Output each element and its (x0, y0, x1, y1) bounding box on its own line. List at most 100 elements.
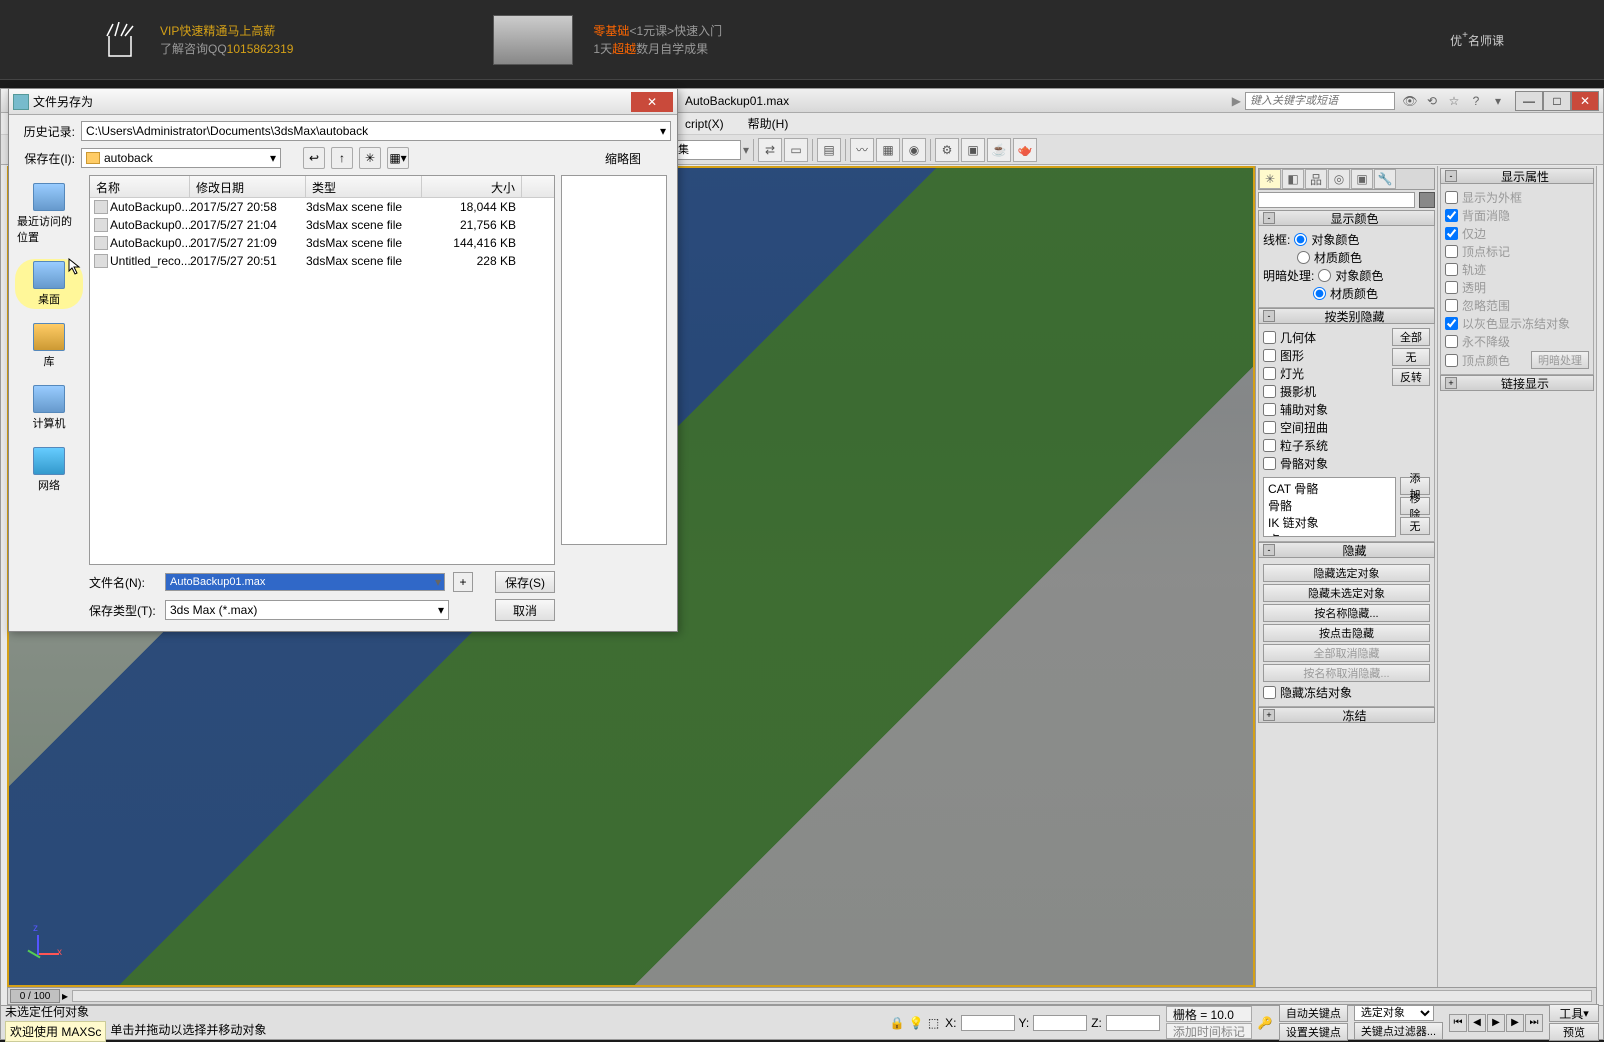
mirror-icon[interactable]: ⇄ (758, 138, 782, 162)
display-tab-icon[interactable]: ▣ (1351, 169, 1373, 189)
cancel-button[interactable]: 取消 (495, 599, 555, 621)
hide-frozen-check[interactable] (1263, 686, 1276, 699)
unhide-name-button[interactable]: 按名称取消隐藏... (1263, 664, 1430, 682)
file-row[interactable]: AutoBackup0...2017/5/27 21:093dsMax scen… (90, 234, 554, 252)
lock-icon[interactable]: 🔒 (890, 1016, 905, 1030)
vtick-check[interactable] (1445, 245, 1458, 258)
time-slider[interactable]: 0 / 100 (10, 989, 60, 1003)
shade-button[interactable]: 明暗处理 (1531, 351, 1589, 369)
file-row[interactable]: AutoBackup0...2017/5/27 21:043dsMax scen… (90, 216, 554, 234)
prev-frame-icon[interactable]: ◀ (1468, 1014, 1486, 1032)
savein-combo[interactable]: autoback▾ (81, 148, 281, 168)
time-expand-icon[interactable]: ▸ (62, 989, 68, 1003)
place-network[interactable]: 网络 (15, 445, 83, 495)
link-icon[interactable]: ⟲ (1423, 92, 1441, 110)
unhide-all-button[interactable]: 全部取消隐藏 (1263, 644, 1430, 662)
place-library[interactable]: 库 (15, 321, 83, 371)
vcolor-check[interactable] (1445, 354, 1458, 367)
object-color-swatch[interactable] (1419, 192, 1435, 208)
dialog-titlebar[interactable]: 文件另存为 ✕ (9, 89, 677, 115)
hide-sel-button[interactable]: 隐藏选定对象 (1263, 564, 1430, 582)
goto-start-icon[interactable]: ⏮ (1449, 1014, 1467, 1032)
freeze-rollout[interactable]: +冻结 (1258, 707, 1435, 723)
create-tab-icon[interactable]: ✳ (1259, 169, 1281, 189)
grayfrz-check[interactable] (1445, 317, 1458, 330)
utilities-tab-icon[interactable]: 🔧 (1374, 169, 1396, 189)
render-icon[interactable]: ☕ (987, 138, 1011, 162)
star-icon[interactable]: ☆ (1445, 92, 1463, 110)
disp-props-rollout[interactable]: -显示属性 (1440, 168, 1594, 184)
display-color-rollout[interactable]: -显示颜色 (1258, 210, 1435, 226)
file-list-header[interactable]: 名称 修改日期 类型 大小 (90, 176, 554, 198)
helper-check[interactable] (1263, 403, 1276, 416)
minimize-button[interactable]: — (1515, 91, 1543, 111)
layer-icon[interactable]: ▤ (817, 138, 841, 162)
keymode-combo[interactable]: 选定对象 (1354, 1005, 1434, 1021)
search-input[interactable] (1245, 92, 1395, 110)
remove-button[interactable]: 移除 (1400, 497, 1430, 515)
hide-byname-button[interactable]: 按名称隐藏... (1263, 604, 1430, 622)
key-icon[interactable]: 🔑 (1258, 1016, 1273, 1030)
newfolder-icon[interactable]: ✳ (359, 147, 381, 169)
teapot-icon[interactable]: 🫖 (1013, 138, 1037, 162)
file-list[interactable]: 名称 修改日期 类型 大小 AutoBackup0...2017/5/27 20… (89, 175, 555, 565)
geom-check[interactable] (1263, 331, 1276, 344)
file-row[interactable]: AutoBackup0...2017/5/27 20:583dsMax scen… (90, 198, 554, 216)
backface-check[interactable] (1445, 209, 1458, 222)
dialog-close-button[interactable]: ✕ (631, 92, 673, 112)
menu-help[interactable]: 帮助(H) (744, 113, 793, 134)
link-disp-rollout[interactable]: +链接显示 (1440, 375, 1594, 391)
increment-button[interactable]: + (453, 572, 473, 592)
invert-button[interactable]: 反转 (1392, 368, 1430, 386)
place-computer[interactable]: 计算机 (15, 383, 83, 433)
maximize-button[interactable]: □ (1543, 91, 1571, 111)
file-row[interactable]: Untitled_reco...2017/5/27 20:513dsMax sc… (90, 252, 554, 270)
hide-category-rollout[interactable]: -按类别隐藏 (1258, 308, 1435, 324)
next-frame-icon[interactable]: ▶ (1506, 1014, 1524, 1032)
nodegrade-check[interactable] (1445, 335, 1458, 348)
place-recent[interactable]: 最近访问的位置 (15, 181, 83, 247)
align-icon[interactable]: ▭ (784, 138, 808, 162)
wireframe-obj-radio[interactable] (1294, 233, 1307, 246)
bone-listbox[interactable]: CAT 骨骼 骨骼 IK 链对象 点 (1263, 477, 1396, 537)
edges-check[interactable] (1445, 227, 1458, 240)
camera-check[interactable] (1263, 385, 1276, 398)
preview-button[interactable]: 预览 (1549, 1023, 1599, 1041)
bone-check[interactable] (1263, 457, 1276, 470)
shade-mat-radio[interactable] (1313, 287, 1326, 300)
hide-unsel-button[interactable]: 隐藏未选定对象 (1263, 584, 1430, 602)
curve-editor-icon[interactable]: 〰 (850, 138, 874, 162)
selection-lock-icon[interactable]: ⬚ (928, 1016, 939, 1030)
binoculars-icon[interactable]: 👁 (1401, 92, 1419, 110)
wireframe-mat-radio[interactable] (1297, 251, 1310, 264)
tools-button[interactable]: 工具 ▾ (1549, 1004, 1599, 1022)
play-icon[interactable]: ▶ (1487, 1014, 1505, 1032)
history-combo[interactable]: C:\Users\Administrator\Documents\3dsMax\… (81, 121, 671, 141)
none-button[interactable]: 无 (1392, 348, 1430, 366)
filetype-combo[interactable]: 3ds Max (*.max)▾ (165, 600, 449, 620)
light-check[interactable] (1263, 367, 1276, 380)
isolate-icon[interactable]: 💡 (909, 1016, 924, 1030)
up-icon[interactable]: ↑ (331, 147, 353, 169)
all-button[interactable]: 全部 (1392, 328, 1430, 346)
schematic-icon[interactable]: ▦ (876, 138, 900, 162)
x-input[interactable] (961, 1015, 1015, 1031)
modify-tab-icon[interactable]: ◧ (1282, 169, 1304, 189)
shape-check[interactable] (1263, 349, 1276, 362)
close-button[interactable]: ✕ (1571, 91, 1599, 111)
menu-script[interactable]: cript(X) (681, 115, 728, 133)
help-icon[interactable]: ? (1467, 92, 1485, 110)
goto-end-icon[interactable]: ⏭ (1525, 1014, 1543, 1032)
particle-check[interactable] (1263, 439, 1276, 452)
warp-check[interactable] (1263, 421, 1276, 434)
z-input[interactable] (1106, 1015, 1160, 1031)
save-button[interactable]: 保存(S) (495, 571, 555, 593)
filename-input[interactable] (166, 574, 444, 590)
time-track[interactable] (72, 990, 1592, 1002)
maxscript-prompt[interactable]: 欢迎使用 MAXSc (5, 1021, 106, 1042)
shade-obj-radio[interactable] (1318, 269, 1331, 282)
keyfilter-button[interactable]: 关键点过滤器... (1354, 1022, 1443, 1040)
none2-button[interactable]: 无 (1400, 517, 1430, 535)
views-icon[interactable]: ▦▾ (387, 147, 409, 169)
motion-tab-icon[interactable]: ◎ (1328, 169, 1350, 189)
